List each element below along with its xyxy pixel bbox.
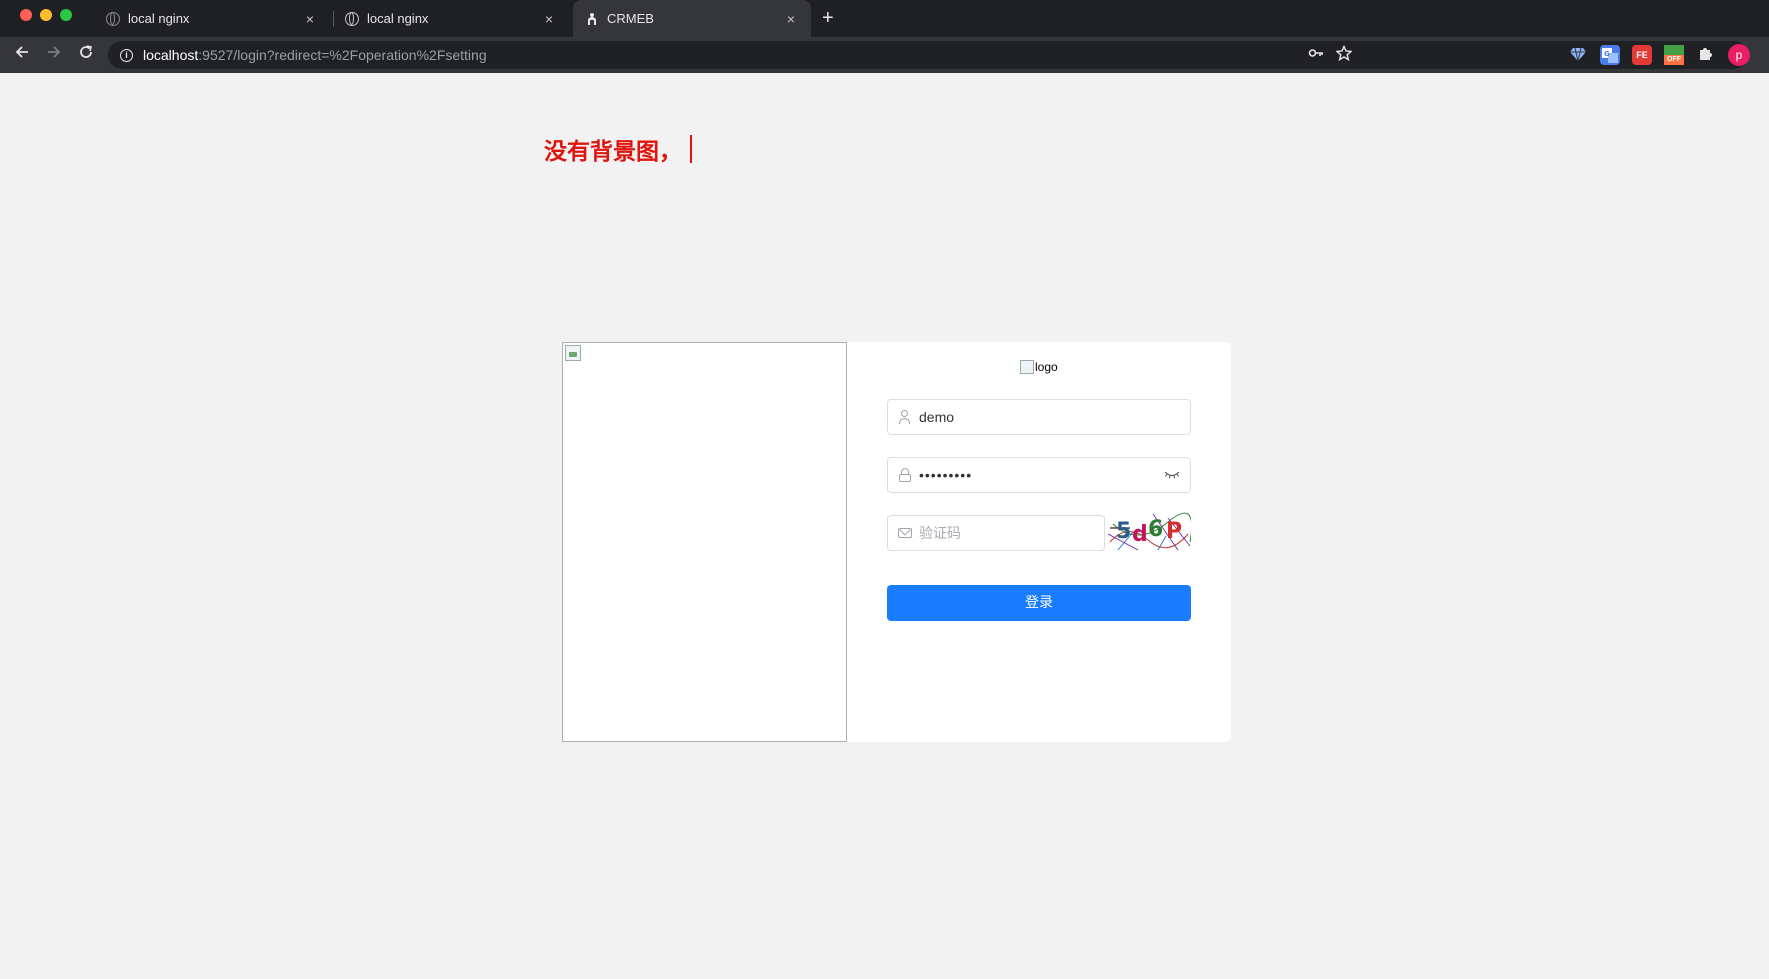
- captcha-char: P: [1166, 519, 1182, 544]
- captcha-input[interactable]: 验证码: [887, 515, 1105, 551]
- back-arrow-icon[interactable]: [11, 44, 33, 66]
- captcha-image[interactable]: 5 d 6 P: [1108, 512, 1191, 552]
- logo-alt-text: logo: [1035, 360, 1058, 374]
- browser-tab-2[interactable]: local nginx ×: [333, 0, 569, 37]
- text-cursor: [690, 135, 692, 163]
- eye-closed-icon[interactable]: [1164, 470, 1180, 480]
- window-controls: [20, 9, 72, 21]
- off-badge-label: OFF: [1664, 55, 1684, 65]
- minimize-window-button[interactable]: [40, 9, 52, 21]
- password-value: •••••••••: [919, 467, 973, 483]
- tab-close-icon[interactable]: ×: [302, 11, 318, 27]
- browser-tab-3[interactable]: CRMEB ×: [573, 0, 811, 37]
- off-extension-icon[interactable]: OFF: [1664, 45, 1684, 65]
- key-icon[interactable]: [1308, 45, 1324, 61]
- globe-icon: [106, 11, 120, 26]
- svg-text:G: G: [1604, 50, 1610, 58]
- login-button[interactable]: 登录: [887, 585, 1191, 621]
- translate-extension-icon[interactable]: G: [1600, 45, 1620, 65]
- diamond-extension-icon[interactable]: [1568, 45, 1588, 65]
- username-input[interactable]: demo: [887, 399, 1191, 435]
- reload-icon[interactable]: [75, 44, 97, 66]
- tab-title: local nginx: [367, 11, 429, 26]
- crmeb-icon: [588, 12, 596, 25]
- url-path: :9527/login?redirect=%2Foperation%2Fsett…: [198, 47, 487, 63]
- broken-image-icon: [565, 345, 581, 361]
- browser-menu-icon[interactable]: ⋮: [1762, 45, 1769, 65]
- broken-image-icon: [1020, 360, 1034, 374]
- url-host: localhost: [143, 47, 199, 63]
- captcha-char: 5: [1116, 519, 1131, 544]
- tab-close-icon[interactable]: ×: [541, 11, 557, 27]
- login-background-image: [562, 342, 847, 742]
- url-text: localhost:9527/login?redirect=%2Foperati…: [143, 47, 487, 63]
- fe-helper-extension-icon[interactable]: FE: [1632, 45, 1652, 65]
- red-annotation-note: 没有背景图，: [544, 132, 692, 166]
- new-tab-button[interactable]: +: [822, 8, 834, 28]
- profile-avatar[interactable]: p: [1728, 44, 1750, 66]
- captcha-placeholder: 验证码: [919, 525, 961, 541]
- address-bar[interactable]: i localhost:9527/login?redirect=%2Fopera…: [108, 41, 1748, 69]
- password-input[interactable]: •••••••••: [887, 457, 1191, 493]
- extensions-puzzle-icon[interactable]: [1696, 45, 1716, 65]
- globe-icon: [345, 11, 359, 26]
- mail-icon: [898, 526, 912, 540]
- site-info-icon[interactable]: i: [120, 48, 133, 62]
- browser-tab-bar: local nginx × local nginx × CRMEB × +: [0, 0, 1769, 37]
- lock-icon: [898, 468, 912, 482]
- browser-tab-1[interactable]: local nginx ×: [94, 0, 330, 37]
- close-window-button[interactable]: [20, 9, 32, 21]
- username-value: demo: [919, 409, 955, 425]
- maximize-window-button[interactable]: [60, 9, 72, 21]
- off-badge-top: [1664, 45, 1684, 55]
- browser-toolbar: i localhost:9527/login?redirect=%2Fopera…: [0, 37, 1769, 73]
- captcha-char: 6: [1148, 517, 1163, 542]
- login-card: logo demo ••••••••• 验证码 5 d 6 P 登录: [562, 342, 1231, 742]
- user-icon: [898, 410, 912, 424]
- forward-arrow-icon[interactable]: [43, 44, 65, 66]
- bookmark-star-icon[interactable]: [1336, 45, 1352, 61]
- tab-close-icon[interactable]: ×: [783, 11, 799, 27]
- captcha-char: d: [1132, 522, 1148, 547]
- annotation-text: 没有背景图，: [544, 139, 682, 165]
- omnibox-actions: [1308, 45, 1352, 61]
- tab-title: local nginx: [128, 11, 190, 26]
- logo: logo: [1020, 360, 1058, 374]
- tab-title: CRMEB: [607, 11, 654, 26]
